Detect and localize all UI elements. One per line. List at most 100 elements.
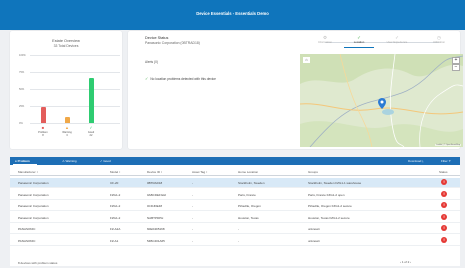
cell-groups: Stockholm, Sweden FZG1-1 warehouse bbox=[308, 181, 362, 185]
location-map[interactable]: ⌂ + − Leaflet | © OpenStreetMap bbox=[300, 54, 463, 147]
y-axis-tick-label: 75% bbox=[19, 70, 25, 74]
cell-manufacturer: PANASONIC bbox=[18, 227, 36, 231]
cell-model: FZ-A1 bbox=[110, 238, 119, 243]
error-status-icon: ! bbox=[441, 213, 447, 220]
cell-groups: Houston, Texas FZG1-2 secure bbox=[308, 215, 350, 220]
error-status-icon: ! bbox=[441, 202, 447, 208]
tab-warning[interactable]: ⚠ Warning bbox=[62, 159, 77, 163]
y-axis-tick-label: 25% bbox=[19, 104, 25, 108]
problem-icon: ■ bbox=[41, 125, 45, 130]
table-row[interactable]: Panasonic Corporation FZG1-2 0ABCDEFGHI - Pa… bbox=[10, 190, 460, 200]
cell-asset-tag: - bbox=[192, 215, 193, 220]
column-header-asset-tag[interactable]: Asset Tag ↕ bbox=[192, 170, 207, 174]
cell-home-location: Stockholm, Sweden bbox=[238, 181, 265, 185]
home-icon[interactable]: ⌂ bbox=[303, 57, 310, 63]
error-status-icon: ! bbox=[441, 179, 447, 185]
error-status-icon: ! bbox=[441, 236, 447, 243]
step-location[interactable]: ✓ Location bbox=[339, 35, 379, 44]
column-header-groups: Groups bbox=[308, 170, 318, 174]
category-count: 8 bbox=[42, 134, 44, 137]
alerts-title: Alerts (0) bbox=[145, 60, 158, 64]
column-header-device-id[interactable]: Device ID ↕ bbox=[147, 170, 162, 174]
cell-home-location: Paris, France bbox=[238, 192, 256, 197]
app-title: Device Essentials - Essentials Demo bbox=[196, 11, 269, 16]
error-status-icon: ! bbox=[441, 190, 447, 197]
cell-manufacturer: Panasonic Corporation bbox=[18, 181, 49, 185]
cell-asset-tag: - bbox=[192, 181, 193, 185]
table-row[interactable]: PANASONIC FZ-A1 54BC401A65 - - unknown! bbox=[10, 236, 460, 246]
cell-manufacturer: Panasonic Corporation bbox=[18, 204, 49, 208]
column-header-home-location: Home Location bbox=[238, 170, 259, 174]
cell-groups: unknown bbox=[308, 238, 321, 243]
zoom-in-button[interactable]: + bbox=[452, 57, 460, 64]
cell-model: CF-20 bbox=[110, 181, 119, 185]
table-row[interactable]: PANASONIC FZ-A2A 60E04D5168 - - unknown! bbox=[10, 224, 460, 234]
pagination[interactable]: ‹ 1 of 2 › bbox=[400, 260, 411, 264]
tab-good[interactable]: ✓ Good bbox=[100, 159, 111, 163]
cell-device-id: 54BC401A65 bbox=[147, 238, 165, 243]
bar-category-label: Problem 8 bbox=[34, 131, 52, 137]
step-label: Utilization bbox=[432, 40, 446, 44]
problem-count-label: 8 devices with problem status bbox=[18, 261, 58, 265]
gridline bbox=[30, 55, 120, 56]
estate-overview-card: Estate Overview 33 Total Devices 100% 75%… bbox=[10, 31, 122, 149]
cell-device-id: 0ABCDEFGHI bbox=[147, 192, 167, 197]
alert-text: No location problems detected with this … bbox=[150, 77, 216, 81]
table-row[interactable]: Panasonic Corporation FZG1-2 0CDJDE48 - Pirl… bbox=[10, 201, 460, 211]
bar-warning[interactable] bbox=[64, 116, 70, 123]
cell-manufacturer: Panasonic Corporation bbox=[18, 215, 49, 220]
cell-home-location: - bbox=[238, 238, 239, 243]
total-devices-label: 33 Total Devices bbox=[53, 44, 79, 48]
good-icon: ✓ bbox=[89, 125, 93, 130]
header-divider bbox=[10, 175, 460, 176]
status-tab-bar: ● Problem ⚠ Warning ✓ Good Download ⤓ Fi… bbox=[10, 157, 460, 165]
bar-good[interactable] bbox=[88, 77, 94, 123]
cell-device-id: 60E04D5168 bbox=[147, 227, 165, 231]
cell-groups: unknown bbox=[308, 227, 321, 231]
download-button[interactable]: Download ⤓ bbox=[408, 159, 424, 163]
filter-button[interactable]: Filter ⏷ bbox=[441, 159, 451, 163]
warning-icon: ▲ bbox=[65, 125, 69, 130]
device-name: Panasonic Corporation (0BTRAD18) bbox=[145, 41, 200, 45]
active-tab-underline bbox=[13, 164, 37, 165]
cell-asset-tag: - bbox=[192, 238, 193, 243]
bar-category-label: Good 22 bbox=[82, 131, 100, 137]
cell-model: FZG1-2 bbox=[110, 215, 121, 220]
category-count: 22 bbox=[89, 134, 93, 137]
table-row[interactable]: Panasonic Corporation FZG1-2 NABTPDPH - Hous… bbox=[10, 213, 460, 223]
step-utilization[interactable]: ◷ Utilization bbox=[419, 35, 459, 44]
cell-device-id: 0CDJDE48 bbox=[147, 204, 163, 208]
cell-groups: Paris, France FZG1-2 open bbox=[308, 192, 345, 197]
device-status-title: Device Status bbox=[145, 36, 169, 40]
y-axis-tick-label: 50% bbox=[19, 87, 25, 91]
gridline bbox=[30, 89, 120, 90]
app-banner: Device Essentials - Essentials Demo bbox=[0, 0, 465, 30]
cell-home-location: - bbox=[238, 227, 239, 231]
cell-home-location: Pirlaville, Oregon bbox=[238, 204, 261, 208]
zoom-out-button[interactable]: − bbox=[452, 64, 460, 71]
table-row[interactable]: Panasonic Corporation CF-20 0BTRAD18 - Stock… bbox=[10, 178, 460, 188]
cell-device-id: NABTPDPH bbox=[147, 215, 164, 220]
y-axis-tick-label: 0% bbox=[19, 121, 23, 125]
check-icon: ✓ bbox=[145, 76, 149, 81]
cell-device-id: 0BTRAD18 bbox=[147, 181, 163, 185]
bar-problem[interactable] bbox=[40, 106, 46, 123]
active-step-underline bbox=[344, 47, 374, 48]
category-count: 3 bbox=[66, 134, 68, 137]
estate-overview-title: Estate Overview bbox=[52, 39, 80, 43]
gridline bbox=[30, 72, 120, 73]
tab-problem[interactable]: ● Problem bbox=[15, 159, 30, 163]
step-user-experience[interactable]: ✓ User Experience bbox=[377, 35, 417, 44]
column-header-manufacturer[interactable]: Manufacturer ↕ bbox=[18, 170, 38, 174]
error-status-icon: ! bbox=[441, 225, 447, 231]
cell-manufacturer: Panasonic Corporation bbox=[18, 192, 49, 197]
map-pin-icon[interactable] bbox=[378, 98, 386, 109]
bar-category-label: Warning 3 bbox=[58, 131, 76, 137]
column-header-model[interactable]: Model ↕ bbox=[110, 170, 121, 174]
cell-asset-tag: - bbox=[192, 204, 193, 208]
y-axis-tick-label: 100% bbox=[19, 53, 26, 57]
step-label: Location bbox=[353, 40, 365, 44]
cell-asset-tag: - bbox=[192, 227, 193, 231]
cell-groups: Pirlaville, Oregon FZG1-2 secure bbox=[308, 204, 352, 208]
map-attribution: Leaflet | © OpenStreetMap bbox=[435, 144, 461, 146]
